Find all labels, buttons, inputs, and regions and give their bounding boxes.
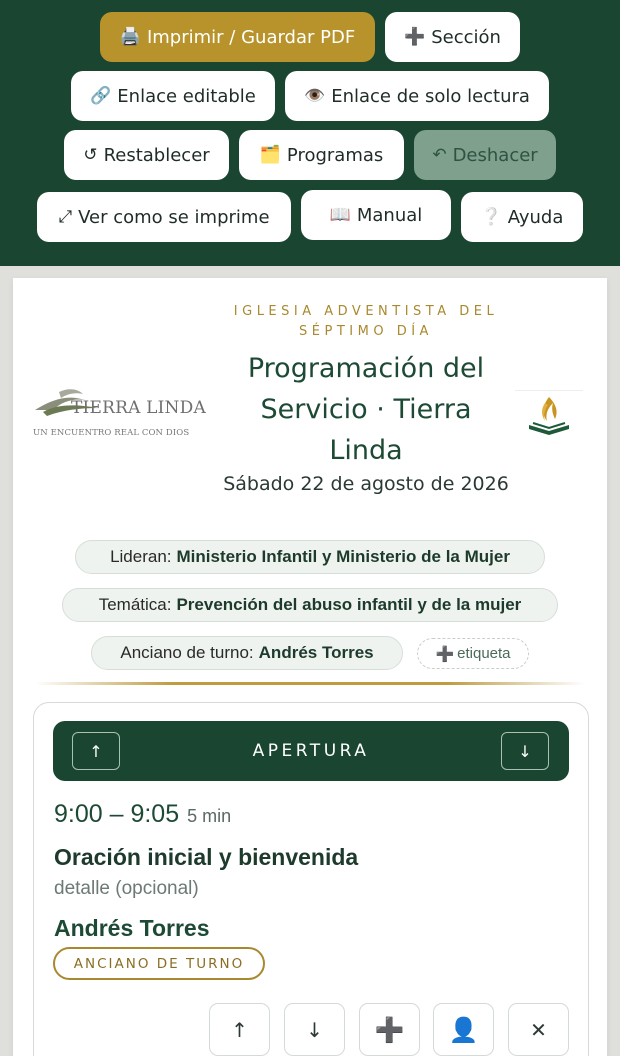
- service-date: Sábado 22 de agosto de 2026: [223, 473, 509, 495]
- book-icon: 📖: [329, 205, 351, 225]
- page-title: Programación del Servicio · Tierra Linda: [247, 353, 485, 466]
- add-tag-label: etiqueta: [457, 645, 511, 662]
- folder-icon: 🗂️: [259, 145, 281, 165]
- arrow-down-icon: ↓: [306, 1017, 323, 1042]
- manual-label: Manual: [356, 204, 423, 226]
- logo-tagline: UN ENCUENTRO REAL CON DIOS: [33, 428, 190, 438]
- question-icon: ❔: [480, 207, 502, 227]
- plus-icon: ➕: [374, 1015, 405, 1044]
- print-label: Imprimir / Guardar PDF: [146, 26, 356, 48]
- item-title[interactable]: Oración inicial y bienvenida: [54, 844, 358, 871]
- theme-tag-value: Prevención del abuso infantil y de la mu…: [176, 595, 522, 614]
- theme-tag[interactable]: Temática: Prevención del abuso infantil …: [62, 588, 558, 622]
- elder-tag-label: Anciano de turno:: [120, 643, 254, 662]
- programs-button[interactable]: 🗂️ Programas: [239, 130, 404, 180]
- reset-button[interactable]: ↺ Restablecer: [64, 130, 229, 180]
- leaders-tag-label: Lideran:: [110, 547, 172, 566]
- adventist-flame-icon: [529, 397, 569, 435]
- person-icon: 👤: [448, 1015, 479, 1044]
- add-section-label: Sección: [431, 26, 501, 48]
- undo-label: Deshacer: [452, 144, 538, 166]
- help-label: Ayuda: [507, 206, 564, 228]
- close-icon: ✕: [530, 1017, 547, 1042]
- program-sheet: TIERRA LINDA UN ENCUENTRO REAL CON DIOS …: [13, 278, 607, 1056]
- section-move-up-button[interactable]: ↑: [72, 732, 120, 770]
- tierra-linda-logo: TIERRA LINDA UN ENCUENTRO REAL CON DIOS: [33, 386, 213, 446]
- reset-label: Restablecer: [103, 144, 210, 166]
- edit-link-button[interactable]: 🔗 Enlace editable: [71, 71, 275, 121]
- plus-icon: ➕: [435, 645, 455, 663]
- edit-link-label: Enlace editable: [117, 85, 256, 107]
- item-duration: 5 min: [187, 806, 232, 826]
- leaders-tag[interactable]: Lideran: Ministerio Infantil y Ministeri…: [75, 540, 545, 574]
- arrow-down-icon: ↓: [518, 741, 532, 761]
- toolbar: 🖨️ Imprimir / Guardar PDF ➕ Sección 🔗 En…: [0, 0, 620, 266]
- section-apertura: APERTURA ↑ ↓ 9:00 – 9:05 5 min Oración in…: [33, 702, 589, 1056]
- theme-tag-label: Temática:: [98, 595, 172, 614]
- arrow-up-icon: ↑: [231, 1017, 248, 1042]
- item-detail-field[interactable]: detalle (opcional): [54, 878, 199, 900]
- logo-brand-text: TIERRA LINDA: [71, 398, 206, 418]
- printer-icon: 🖨️: [119, 27, 141, 47]
- section-move-down-button[interactable]: ↓: [501, 732, 549, 770]
- assign-person-button[interactable]: 👤: [433, 1003, 494, 1056]
- gold-divider: [35, 682, 585, 685]
- item-person[interactable]: Andrés Torres: [54, 915, 210, 942]
- item-time-range: 9:00 – 9:05: [54, 800, 180, 828]
- help-button[interactable]: ❔ Ayuda: [461, 192, 583, 242]
- print-preview-button[interactable]: ⤢ Ver como se imprime: [37, 192, 291, 242]
- role-badge[interactable]: ANCIANO DE TURNO: [53, 947, 265, 980]
- reset-icon: ↺: [83, 145, 98, 165]
- print-preview-label: Ver como se imprime: [78, 206, 270, 228]
- elder-tag[interactable]: Anciano de turno: Andrés Torres: [91, 636, 403, 670]
- expand-icon: ⤢: [58, 207, 73, 227]
- eye-icon: 👁️: [304, 86, 326, 106]
- readonly-link-button[interactable]: 👁️ Enlace de solo lectura: [285, 71, 549, 121]
- section-header: APERTURA ↑ ↓: [53, 721, 569, 781]
- add-section-button[interactable]: ➕ Sección: [385, 12, 520, 62]
- delete-item-button[interactable]: ✕: [508, 1003, 569, 1056]
- leaders-tag-value: Ministerio Infantil y Ministerio de la M…: [176, 547, 510, 566]
- elder-tag-value: Andrés Torres: [258, 643, 374, 662]
- undo-button[interactable]: ↶ Deshacer: [414, 130, 556, 180]
- programs-label: Programas: [286, 144, 384, 166]
- manual-button[interactable]: 📖 Manual: [301, 190, 451, 240]
- link-icon: 🔗: [90, 86, 112, 106]
- adventist-logo: [515, 390, 583, 438]
- plus-icon: ➕: [404, 27, 426, 47]
- arrow-up-icon: ↑: [89, 741, 103, 761]
- section-title: APERTURA: [252, 741, 370, 761]
- add-tag-button[interactable]: ➕ etiqueta: [417, 638, 529, 669]
- item-move-down-button[interactable]: ↓: [284, 1003, 345, 1056]
- readonly-link-label: Enlace de solo lectura: [331, 85, 530, 107]
- church-name: IGLESIA ADVENTISTA DEL SÉPTIMO DÍA: [233, 304, 499, 339]
- item-move-up-button[interactable]: ↑: [209, 1003, 270, 1056]
- print-button[interactable]: 🖨️ Imprimir / Guardar PDF: [100, 12, 375, 62]
- add-item-button[interactable]: ➕: [359, 1003, 420, 1056]
- undo-icon: ↶: [432, 145, 447, 165]
- item-time[interactable]: 9:00 – 9:05 5 min: [54, 800, 231, 829]
